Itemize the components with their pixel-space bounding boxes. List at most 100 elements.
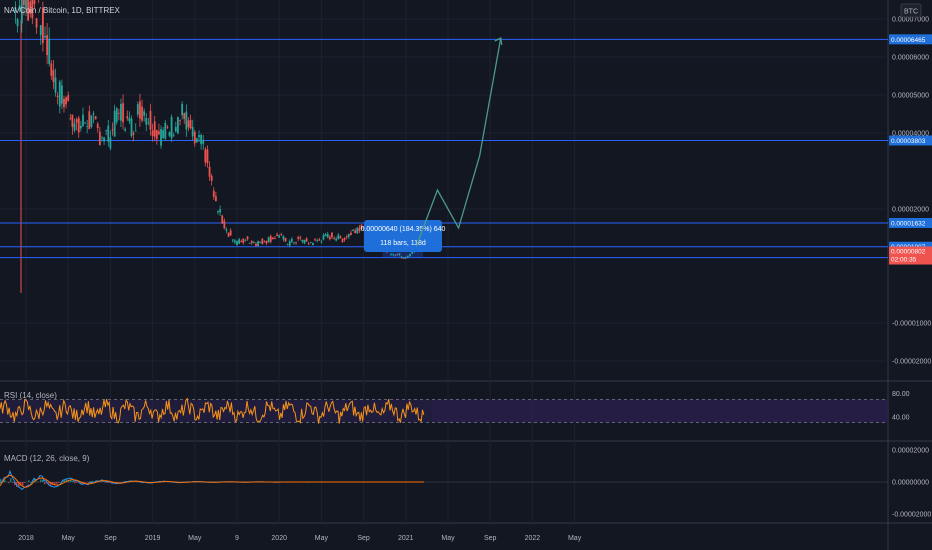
candle-body [94, 116, 97, 120]
time-tick-label: May [441, 535, 455, 542]
chart-background [0, 0, 932, 550]
candle-body [22, 0, 25, 6]
candle-body [155, 130, 158, 139]
macd-histogram-bar [74, 482, 76, 484]
candle-body [101, 137, 103, 139]
candle-body [290, 238, 293, 242]
candle-body [111, 129, 114, 131]
macd-histogram-bar [36, 481, 38, 483]
rsi-pane[interactable] [0, 397, 888, 424]
macd-label[interactable]: MACD (12, 26, close, 9) [4, 454, 90, 463]
candle-body [109, 137, 112, 149]
candle-body [174, 127, 177, 132]
candle-body [84, 122, 86, 124]
candle-body [276, 234, 278, 237]
candle-body [16, 19, 19, 27]
macd-histogram-bar [58, 482, 60, 484]
candle-body [307, 243, 310, 245]
candle-body [98, 131, 101, 145]
candle-body [177, 117, 179, 134]
candle-body [314, 239, 316, 241]
macd-histogram-bar [40, 479, 42, 483]
macd-histogram-bar [22, 482, 24, 486]
candle-body [151, 130, 154, 137]
time-tick-label: 9 [235, 535, 239, 542]
candle-body [158, 131, 160, 135]
candle-body [179, 120, 181, 121]
candle-body [126, 116, 129, 119]
macd-histogram-bar [90, 481, 92, 483]
time-tick-label: May [315, 535, 329, 542]
symbol-title[interactable]: NAVCoin / Bitcoin, 1D, BITTREX [4, 6, 121, 15]
currency-button[interactable]: BTC [900, 3, 922, 18]
macd-histogram-bar [10, 478, 12, 483]
candle-body [143, 111, 146, 116]
macd-histogram-bar [42, 480, 44, 483]
candle-body [48, 38, 51, 64]
candle-body [227, 232, 230, 237]
macd-histogram-bar [72, 481, 74, 483]
macd-histogram-bar [28, 480, 30, 483]
candle-body [324, 234, 327, 236]
candle-body [265, 240, 268, 244]
candle-body [259, 241, 262, 243]
rsi-tick-label: 80.00 [892, 391, 910, 398]
candle-body [299, 237, 302, 239]
candle-body [341, 239, 344, 242]
candle-body [149, 110, 152, 130]
candle-body [301, 239, 304, 242]
candle-body [96, 123, 99, 129]
candle-body [65, 97, 67, 105]
candle-body [221, 215, 224, 224]
candle-body [130, 118, 133, 136]
price-tick-label: 0.00007000 [892, 17, 929, 24]
candle-body [350, 232, 352, 235]
candle-body [267, 237, 270, 243]
candle-body [185, 111, 188, 130]
candle-body [153, 121, 156, 137]
currency-button-label[interactable]: BTC [904, 9, 918, 16]
candle-body [134, 130, 137, 132]
candle-body [354, 230, 357, 234]
candle-body [343, 238, 346, 240]
macd-histogram-bar [102, 481, 104, 483]
candle-body [164, 122, 167, 139]
candle-body [328, 236, 331, 240]
candle-body [231, 239, 234, 241]
candle-body [257, 241, 259, 247]
time-tick-label: 2021 [398, 535, 414, 542]
candle-body [261, 238, 264, 245]
candle-body [284, 237, 287, 242]
candle-body [67, 95, 70, 101]
candle-body [147, 122, 150, 124]
candle-body [244, 240, 247, 242]
candle-body [255, 243, 257, 247]
time-tick-label: 2019 [145, 535, 161, 542]
macd-histogram-bar [4, 480, 6, 483]
candle-body [193, 131, 196, 144]
macd-tick-label: -0.00002000 [892, 512, 931, 519]
candle-body [90, 115, 93, 127]
candle-body [269, 236, 272, 242]
candle-body [303, 239, 306, 244]
candle-body [331, 232, 333, 238]
macd-tick-label: 0.00002000 [892, 448, 929, 455]
rsi-label[interactable]: RSI (14, close) [4, 391, 57, 400]
candle-body [107, 125, 110, 142]
candle-body [236, 241, 238, 245]
candle-body [117, 113, 120, 114]
candle-body [208, 166, 211, 177]
candle-body [33, 0, 36, 4]
level-price-badge-label: 0.00006465 [891, 37, 926, 44]
price-tick-label: 0.00006000 [892, 55, 929, 62]
candle-body [278, 235, 281, 238]
candle-body [39, 25, 42, 36]
measure-tooltip[interactable] [364, 220, 442, 252]
price-tick-label: -0.00002000 [892, 359, 931, 366]
candle-body [46, 35, 48, 56]
candle-body [113, 110, 116, 137]
candle-body [288, 241, 291, 246]
level-price-badge-label: 0.00003803 [891, 138, 926, 145]
candle-body [124, 128, 127, 131]
candle-body [295, 242, 297, 243]
